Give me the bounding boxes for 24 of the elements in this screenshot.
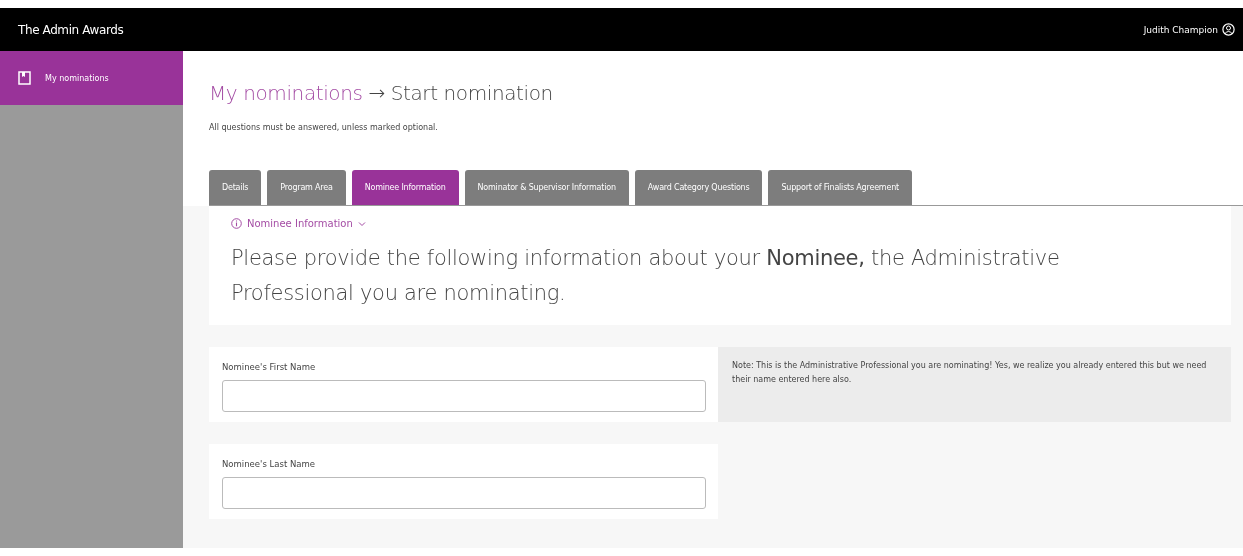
intro-text: Please provide the following information about your Nominee, the Administrative Professional you are nominating. <box>231 245 1061 307</box>
instructions-text: All questions must be answered, unless marked optional. <box>209 123 439 132</box>
field-label: Nominee's Last Name <box>222 459 316 469</box>
info-icon <box>231 218 242 229</box>
field-label: Nominee's First Name <box>222 362 317 372</box>
input-field[interactable] <box>222 477 706 509</box>
current-page: Start nomination <box>390 81 553 105</box>
section-toggle[interactable]: Nominee Information <box>231 218 366 229</box>
breadcrumb-link[interactable]: My nominations <box>209 81 363 105</box>
tab[interactable]: Support of Finalists Agreement <box>768 170 912 205</box>
tab[interactable]: Award Category Questions <box>634 170 763 205</box>
arrow-separator: → <box>367 81 386 105</box>
user-name[interactable]: Judith Champion <box>1143 24 1218 35</box>
tab[interactable]: Details <box>209 170 262 205</box>
tab[interactable]: Nominee Information <box>351 170 459 205</box>
tab[interactable]: Program Area <box>267 170 346 205</box>
note-text: Note: This is the Administrative Professional you are nominating! Yes, we realize you already entered this but we need their name entered here also. <box>718 347 1231 422</box>
app-title: The Admin Awards <box>18 22 124 37</box>
input-field[interactable] <box>222 380 706 412</box>
bookmark-icon <box>18 71 31 85</box>
sidebar-item[interactable]: My nominations <box>0 51 183 105</box>
tab[interactable]: Nominator & Supervisor Information <box>464 170 629 205</box>
user-icon[interactable] <box>1222 23 1235 36</box>
chevron-down-icon <box>357 220 366 227</box>
